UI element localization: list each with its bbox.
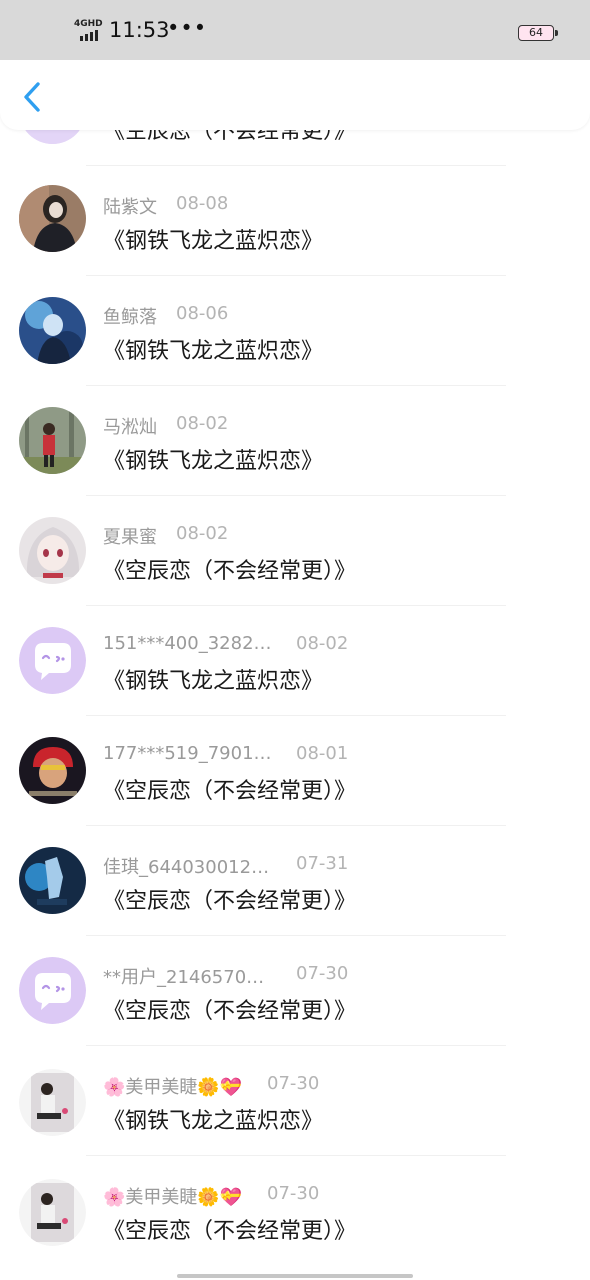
user-name: 🌸美甲美睫🌼💝 — [103, 1077, 243, 1098]
network-type: 4GHD — [74, 19, 103, 29]
user-name: 马淞灿 — [103, 417, 157, 438]
post-date: 08-01 — [296, 743, 349, 764]
user-name: 鱼鲸落 — [103, 307, 157, 328]
signal-bars — [80, 30, 98, 41]
more-status-icon: ••• — [167, 16, 208, 40]
list-item[interactable]: 🌸美甲美睫🌼💝 07-30 《空辰恋（不会经常更）》 — [0, 1155, 590, 1265]
user-name: 陆紫文 — [103, 197, 157, 218]
nav-header — [0, 56, 590, 130]
novel-title[interactable]: 《空辰恋（不会经常更）》 — [103, 1213, 356, 1245]
avatar[interactable] — [19, 737, 86, 804]
list-item[interactable]: 鱼鲸落 08-06 《钢铁飞龙之蓝炽恋》 — [0, 275, 590, 385]
avatar[interactable] — [19, 185, 86, 252]
novel-title[interactable]: 《钢铁飞龙之蓝炽恋》 — [103, 1103, 323, 1135]
novel-title[interactable]: 《钢铁飞龙之蓝炽恋》 — [103, 333, 323, 365]
post-date: 08-06 — [176, 303, 229, 324]
post-date: 07-30 — [267, 1183, 320, 1204]
novel-title[interactable]: 《钢铁飞龙之蓝炽恋》 — [103, 663, 323, 695]
status-time: 11:53 — [109, 18, 170, 42]
avatar[interactable] — [19, 407, 86, 474]
list-item[interactable]: 陆紫文 08-08 《钢铁飞龙之蓝炽恋》 — [0, 165, 590, 275]
post-date: 07-30 — [267, 1073, 320, 1094]
novel-title[interactable]: 《空辰恋（不会经常更）》 — [103, 773, 356, 805]
novel-title[interactable]: 《钢铁飞龙之蓝炽恋》 — [103, 443, 323, 475]
list-item[interactable]: 马淞灿 08-02 《钢铁飞龙之蓝炽恋》 — [0, 385, 590, 495]
avatar[interactable] — [19, 1179, 86, 1246]
battery-icon: 64 — [518, 25, 554, 41]
user-name: 佳琪_644030012… — [103, 857, 270, 878]
list-item[interactable]: 177***519_7901… 08-01 《空辰恋（不会经常更）》 — [0, 715, 590, 825]
novel-title[interactable]: 《空辰恋（不会经常更）》 — [103, 883, 356, 915]
post-date: 08-02 — [176, 523, 229, 544]
avatar[interactable] — [19, 517, 86, 584]
post-date: 08-08 — [176, 193, 229, 214]
chat-bubble-icon[interactable] — [19, 957, 86, 1024]
list-item[interactable]: 佳琪_644030012… 07-31 《空辰恋（不会经常更）》 — [0, 825, 590, 935]
list-item[interactable]: 夏果蜜 08-02 《空辰恋（不会经常更）》 — [0, 495, 590, 605]
chat-bubble-icon[interactable] — [19, 627, 86, 694]
status-bar: 4GHD 11:53 ••• 64 — [0, 0, 590, 60]
list-item[interactable]: **用户_2146570… 07-30 《空辰恋（不会经常更）》 — [0, 935, 590, 1045]
signal-icon: 4GHD — [74, 19, 106, 43]
user-name: 🌸美甲美睫🌼💝 — [103, 1187, 243, 1208]
post-date: 07-30 — [296, 963, 349, 984]
home-indicator[interactable] — [177, 1274, 413, 1278]
novel-title[interactable]: 《钢铁飞龙之蓝炽恋》 — [103, 223, 323, 255]
list-item[interactable]: 🌸美甲美睫🌼💝 07-30 《钢铁飞龙之蓝炽恋》 — [0, 1045, 590, 1155]
post-date: 07-31 — [296, 853, 349, 874]
user-name: 177***519_7901… — [103, 743, 272, 764]
post-date: 08-02 — [176, 413, 229, 434]
post-date: 08-02 — [296, 633, 349, 654]
avatar[interactable] — [19, 1069, 86, 1136]
avatar[interactable] — [19, 847, 86, 914]
avatar[interactable] — [19, 297, 86, 364]
user-name: 夏果蜜 — [103, 527, 157, 548]
list-item[interactable]: 151***400_3282… 08-02 《钢铁飞龙之蓝炽恋》 — [0, 605, 590, 715]
battery-tip — [555, 30, 558, 36]
user-name: 151***400_3282… — [103, 633, 272, 654]
user-name: **用户_2146570… — [103, 967, 265, 988]
novel-title[interactable]: 《空辰恋（不会经常更）》 — [103, 553, 356, 585]
back-button[interactable] — [20, 80, 44, 114]
novel-title[interactable]: 《空辰恋（不会经常更）》 — [103, 993, 356, 1025]
chevron-left-icon — [24, 82, 40, 112]
